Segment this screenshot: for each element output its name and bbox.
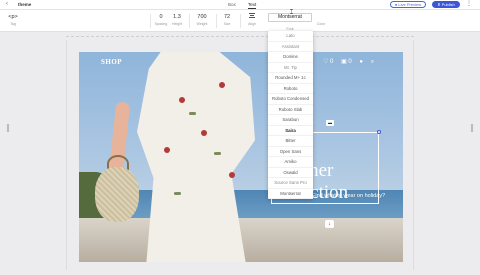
- font-option[interactable]: Mr. Tip: [268, 63, 313, 73]
- align-control[interactable]: Align: [245, 13, 259, 26]
- element-type-badge[interactable]: ▬: [326, 120, 334, 126]
- straw-bag-image: [95, 167, 139, 222]
- font-option[interactable]: Roboto Slab: [268, 105, 313, 115]
- font-option[interactable]: Lato: [268, 31, 313, 42]
- floral-dress-image: [137, 52, 255, 262]
- dress-leaf: [189, 112, 196, 115]
- weight-control[interactable]: 700 Weight: [194, 13, 210, 26]
- heart-icon[interactable]: ♡ 0: [323, 59, 333, 65]
- size-value: 72: [223, 14, 231, 20]
- live-preview-button[interactable]: ● Live Preview: [390, 1, 426, 8]
- more-options-icon[interactable]: ⋮: [466, 0, 472, 7]
- align-icon: [245, 13, 259, 22]
- font-option[interactable]: Rounded M+ 1c: [268, 73, 313, 84]
- site-logo[interactable]: SHOP: [101, 58, 122, 66]
- cart-icon[interactable]: ▣ 0: [341, 59, 352, 65]
- tab-text[interactable]: Text: [248, 2, 257, 9]
- dress-flower: [229, 172, 235, 178]
- page-guide-right: [413, 40, 414, 270]
- font-option[interactable]: Oswald: [268, 168, 313, 178]
- toolbar-divider: [216, 14, 217, 28]
- right-resize-handle[interactable]: [471, 124, 473, 132]
- height-label: Height: [171, 22, 183, 26]
- font-option[interactable]: Domine: [268, 52, 313, 63]
- dress-flower: [219, 82, 225, 88]
- tag-label: Tag: [10, 22, 16, 26]
- dress-leaf: [214, 152, 221, 155]
- font-option[interactable]: Montserrat: [268, 189, 313, 199]
- move-down-icon[interactable]: ↓: [325, 220, 334, 228]
- selection-handle[interactable]: [377, 130, 381, 134]
- search-icon[interactable]: ⌕: [371, 59, 374, 65]
- toolbar-divider: [189, 14, 190, 28]
- site-nav-icons: ♡ 0 ▣ 0 ● ⌕: [323, 58, 380, 66]
- page-guide-left: [66, 40, 67, 270]
- spacing-value: 0: [159, 14, 163, 20]
- dress-flower: [201, 130, 207, 136]
- tab-box[interactable]: Box: [228, 2, 236, 7]
- align-label: Align: [248, 22, 256, 26]
- font-option[interactable]: Source Sans Pro: [268, 178, 313, 189]
- font-option[interactable]: Bitter: [268, 136, 313, 147]
- height-value: 1.3: [173, 14, 181, 20]
- user-icon[interactable]: ●: [359, 59, 363, 65]
- back-icon[interactable]: ‹: [6, 1, 8, 7]
- dress-leaf: [174, 192, 181, 195]
- toolbar-divider: [150, 14, 151, 28]
- tag-control[interactable]: <p> Tag: [6, 13, 20, 26]
- spacing-control[interactable]: 0 Spacing: [154, 13, 168, 26]
- hero-section[interactable]: SHOP ♡ 0 ▣ 0 ● ⌕ ▬ 2018 Summer Collectio…: [79, 52, 403, 262]
- tag-value: <p>: [8, 14, 18, 20]
- font-dropdown[interactable]: Lato Assistant Domine Mr. Tip Rounded M+…: [268, 31, 313, 199]
- text-cursor-icon: 𝙸: [289, 9, 294, 16]
- font-option[interactable]: Open Sans: [268, 147, 313, 157]
- dress-flower: [179, 97, 185, 103]
- height-control[interactable]: 1.3 Height: [170, 13, 184, 26]
- color-control[interactable]: Color: [314, 13, 328, 26]
- weight-value: 700: [197, 14, 207, 20]
- document-title: theme: [18, 2, 32, 7]
- font-option[interactable]: Assistant: [268, 42, 313, 52]
- left-resize-handle[interactable]: [7, 124, 9, 132]
- font-option[interactable]: Saira: [268, 126, 313, 136]
- toolbar-divider: [240, 14, 241, 28]
- text-toolbar: <p> Tag 0 Spacing 1.3 Height 700 Weight …: [0, 10, 480, 32]
- size-control[interactable]: 72 Size: [220, 13, 234, 26]
- dress-flower: [164, 147, 170, 153]
- hero-subtitle[interactable]: Find what to wear on holiday?: [312, 193, 385, 199]
- font-option[interactable]: Amiko: [268, 157, 313, 168]
- font-option[interactable]: Roboto: [268, 84, 313, 94]
- color-label: Color: [316, 22, 326, 26]
- color-swatch-icon: [314, 13, 328, 22]
- font-option[interactable]: Sarabun: [268, 115, 313, 126]
- weight-label: Weight: [196, 22, 208, 26]
- size-label: Size: [223, 22, 231, 26]
- top-bar: ‹ theme Box Text ● Live Preview ⬆ Publis…: [0, 0, 480, 10]
- font-option[interactable]: Roboto Condensed: [268, 94, 313, 105]
- spacing-label: Spacing: [154, 22, 168, 26]
- canvas-guide: [66, 33, 414, 37]
- publish-button[interactable]: ⬆ Publish: [432, 1, 460, 8]
